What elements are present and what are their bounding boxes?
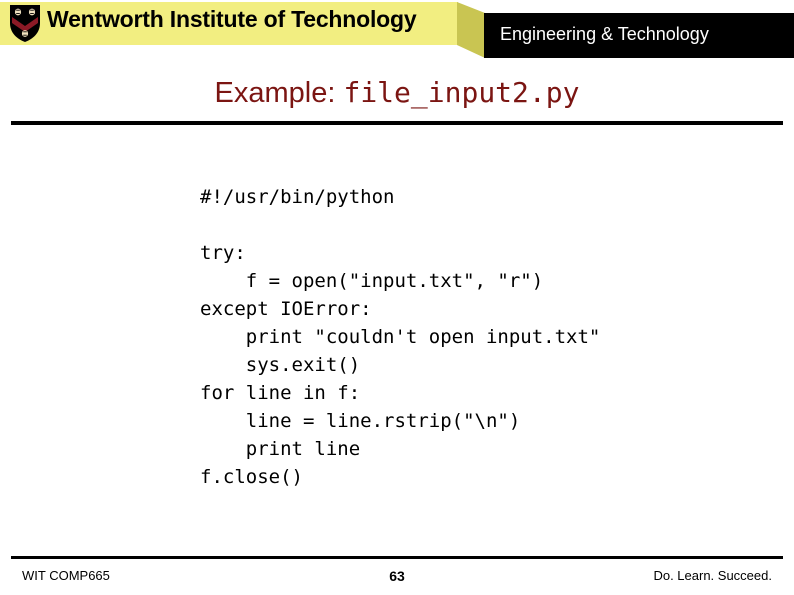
code-line: print line xyxy=(200,438,361,460)
code-line: f.close() xyxy=(200,466,303,488)
code-line: print "couldn't open input.txt" xyxy=(200,326,601,348)
slide-header: Wentworth Institute of Technology Engine… xyxy=(0,0,794,60)
page-title-filename: file_input2.py xyxy=(343,76,580,109)
wentworth-crest-icon xyxy=(9,4,41,43)
code-listing: #!/usr/bin/python try: f = open("input.t… xyxy=(200,183,600,491)
code-line: except IOError: xyxy=(200,298,372,320)
code-line: line = line.rstrip("\n") xyxy=(200,410,521,432)
footer-divider xyxy=(11,556,783,559)
department-name: Engineering & Technology xyxy=(500,24,709,44)
code-line: f = open("input.txt", "r") xyxy=(200,270,544,292)
footer-tagline: Do. Learn. Succeed. xyxy=(653,568,772,583)
page-title: Example: file_input2.py xyxy=(0,76,794,110)
code-line: for line in f: xyxy=(200,382,361,404)
slide-footer: WIT COMP665 63 Do. Learn. Succeed. xyxy=(0,568,794,590)
header-bevel-shape xyxy=(457,2,485,58)
institution-name: Wentworth Institute of Technology xyxy=(47,6,417,32)
page-title-prefix: Example: xyxy=(214,77,344,109)
code-line: try: xyxy=(200,242,246,264)
code-line: #!/usr/bin/python xyxy=(200,186,395,208)
title-divider xyxy=(11,121,783,125)
code-line: sys.exit() xyxy=(200,354,361,376)
